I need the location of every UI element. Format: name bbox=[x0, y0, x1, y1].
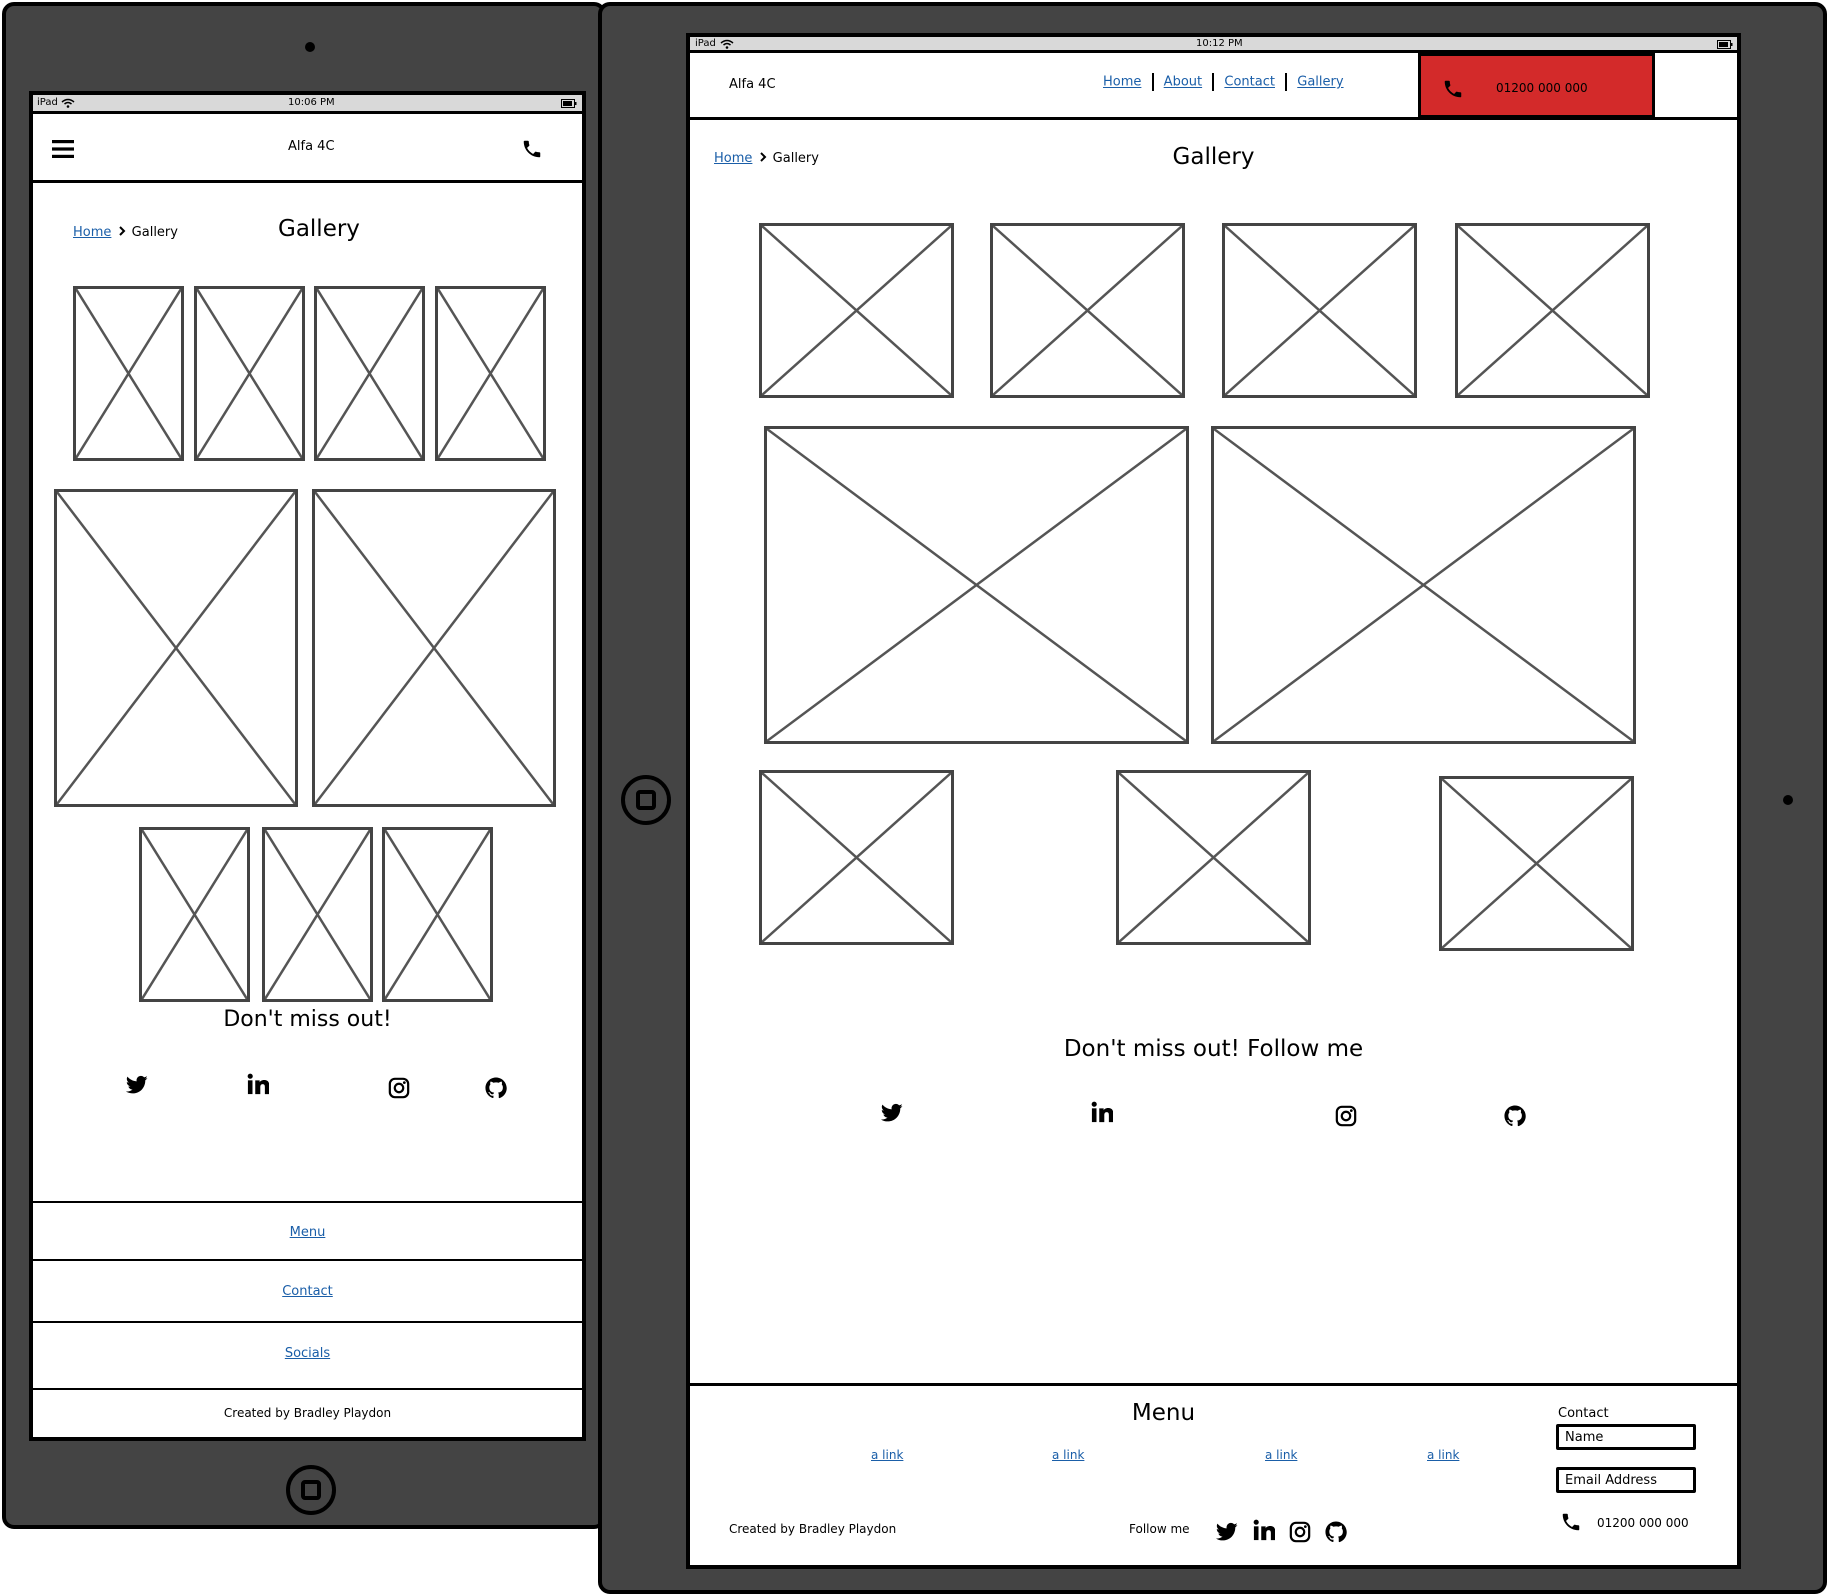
twitter-icon[interactable] bbox=[881, 1103, 903, 1123]
home-button-icon[interactable] bbox=[621, 775, 671, 825]
email-field[interactable]: Email Address bbox=[1556, 1467, 1696, 1493]
twitter-icon[interactable] bbox=[126, 1075, 148, 1095]
site-footer: Menu a link a link a link a link Created… bbox=[690, 1383, 1737, 1565]
footer-divider bbox=[33, 1201, 582, 1203]
footer-divider bbox=[33, 1388, 582, 1390]
footer-phone-number: 01200 000 000 bbox=[1597, 1516, 1689, 1530]
device-label: iPad bbox=[37, 97, 58, 108]
page-title: Gallery bbox=[278, 216, 360, 242]
footer-link[interactable]: a link bbox=[1052, 1448, 1084, 1462]
social-heading: Don't miss out! bbox=[223, 1007, 392, 1032]
footer-contact-title: Contact bbox=[1558, 1406, 1609, 1421]
footer-link-text[interactable]: Contact bbox=[282, 1284, 333, 1299]
phone-icon bbox=[1442, 78, 1464, 100]
gallery-image[interactable] bbox=[1439, 776, 1634, 951]
gallery-image[interactable] bbox=[759, 770, 954, 945]
battery-icon bbox=[561, 99, 577, 108]
status-time: 10:06 PM bbox=[288, 97, 335, 108]
page-title: Gallery bbox=[1172, 144, 1255, 170]
device-label: iPad bbox=[695, 38, 716, 49]
nav-about-link[interactable]: About bbox=[1164, 75, 1202, 90]
chevron-right-icon bbox=[118, 226, 126, 236]
gallery-image[interactable] bbox=[139, 827, 250, 1002]
footer-link[interactable]: a link bbox=[1265, 1448, 1297, 1462]
footer-link-menu[interactable]: Menu bbox=[33, 1225, 582, 1240]
footer-divider bbox=[33, 1259, 582, 1261]
gallery-image[interactable] bbox=[990, 223, 1185, 398]
battery-icon bbox=[1717, 40, 1733, 49]
linkedin-icon[interactable] bbox=[247, 1073, 269, 1095]
footer-link-contact[interactable]: Contact bbox=[33, 1284, 582, 1299]
footer-link-text[interactable]: Socials bbox=[285, 1346, 330, 1361]
phone-icon[interactable] bbox=[1560, 1511, 1582, 1533]
gallery-image[interactable] bbox=[194, 286, 305, 461]
footer-credit: Created by Bradley Playdon bbox=[729, 1522, 897, 1536]
github-icon[interactable] bbox=[485, 1077, 507, 1099]
footer-credit: Created by Bradley Playdon bbox=[223, 1406, 392, 1420]
tablet-screen: iPad 10:12 PM Alfa 4C Home About Contact… bbox=[686, 33, 1741, 1569]
social-heading: Don't miss out! Follow me bbox=[1063, 1036, 1364, 1062]
status-bar: iPad 10:06 PM bbox=[33, 95, 582, 114]
call-button-number: 01200 000 000 bbox=[1496, 81, 1588, 95]
gallery-image[interactable] bbox=[314, 286, 425, 461]
gallery-image[interactable] bbox=[312, 489, 556, 807]
gallery-image[interactable] bbox=[54, 489, 298, 807]
footer-divider bbox=[33, 1321, 582, 1323]
home-button-icon[interactable] bbox=[286, 1465, 336, 1515]
twitter-icon[interactable] bbox=[1216, 1522, 1238, 1542]
footer-link-socials[interactable]: Socials bbox=[33, 1346, 582, 1361]
footer-menu-title: Menu bbox=[1131, 1400, 1196, 1426]
site-header: Alfa 4C bbox=[33, 114, 582, 183]
camera-dot bbox=[1783, 795, 1793, 805]
site-title[interactable]: Alfa 4C bbox=[288, 139, 335, 154]
gallery-image[interactable] bbox=[262, 827, 373, 1002]
site-header: Alfa 4C Home About Contact Gallery 01200… bbox=[690, 53, 1737, 120]
follow-label: Follow me bbox=[1129, 1522, 1190, 1536]
breadcrumb: Home Gallery bbox=[73, 225, 178, 240]
breadcrumb-home-link[interactable]: Home bbox=[73, 225, 111, 240]
github-icon[interactable] bbox=[1504, 1105, 1526, 1127]
linkedin-icon[interactable] bbox=[1253, 1519, 1275, 1541]
gallery-image[interactable] bbox=[1222, 223, 1417, 398]
github-icon[interactable] bbox=[1325, 1521, 1347, 1543]
gallery-image[interactable] bbox=[759, 223, 954, 398]
phone-icon[interactable] bbox=[521, 138, 543, 160]
gallery-image[interactable] bbox=[1116, 770, 1311, 945]
nav-contact-link[interactable]: Contact bbox=[1224, 75, 1275, 90]
nav-separator bbox=[1212, 73, 1215, 91]
gallery-image[interactable] bbox=[1455, 223, 1650, 398]
phone-screen: iPad 10:06 PM Alfa 4C Home Gallery Galle… bbox=[29, 91, 586, 1441]
call-button[interactable]: 01200 000 000 bbox=[1418, 53, 1655, 118]
nav-separator bbox=[1151, 73, 1154, 91]
gallery-image[interactable] bbox=[764, 426, 1189, 744]
footer-link-text[interactable]: Menu bbox=[290, 1225, 326, 1240]
instagram-icon[interactable] bbox=[1335, 1105, 1357, 1127]
instagram-icon[interactable] bbox=[1289, 1521, 1311, 1543]
wifi-icon bbox=[720, 39, 734, 49]
nav-home-link[interactable]: Home bbox=[1103, 75, 1141, 90]
site-title[interactable]: Alfa 4C bbox=[729, 77, 776, 92]
camera-dot bbox=[305, 42, 315, 52]
gallery-image[interactable] bbox=[382, 827, 493, 1002]
nav-separator bbox=[1285, 73, 1288, 91]
gallery-image[interactable] bbox=[1211, 426, 1636, 744]
footer-link[interactable]: a link bbox=[1427, 1448, 1459, 1462]
breadcrumb-current: Gallery bbox=[131, 225, 178, 240]
status-time: 10:12 PM bbox=[1196, 38, 1243, 49]
gallery-image[interactable] bbox=[435, 286, 546, 461]
footer-link[interactable]: a link bbox=[871, 1448, 903, 1462]
name-field[interactable]: Name bbox=[1556, 1424, 1696, 1450]
menu-icon[interactable] bbox=[52, 140, 74, 158]
linkedin-icon[interactable] bbox=[1091, 1101, 1113, 1123]
wifi-icon bbox=[61, 98, 75, 108]
instagram-icon[interactable] bbox=[388, 1077, 410, 1099]
status-bar: iPad 10:12 PM bbox=[690, 37, 1737, 53]
gallery-image[interactable] bbox=[73, 286, 184, 461]
nav-gallery-link[interactable]: Gallery bbox=[1297, 75, 1343, 90]
main-nav: Home About Contact Gallery bbox=[1103, 73, 1344, 91]
